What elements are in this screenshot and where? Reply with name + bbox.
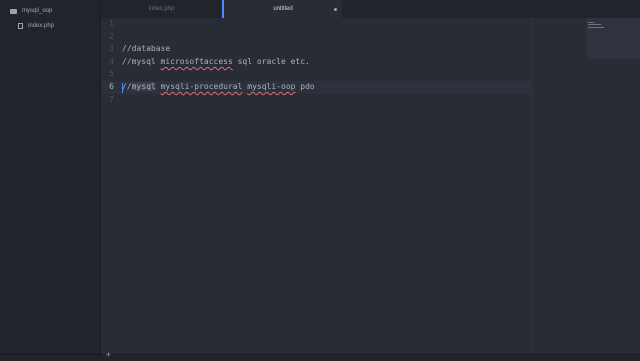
code-line-6: //mysql mysqli-procedural mysqli-oop pdo — [122, 81, 315, 94]
code-text: //mysql — [122, 56, 161, 66]
tab-label: index.php — [148, 6, 175, 12]
line-number: 4 — [109, 56, 114, 66]
tab-index-php[interactable]: index.php — [101, 0, 222, 18]
tree-file-label: index.php — [28, 23, 55, 29]
modified-indicator-icon — [334, 8, 337, 11]
minimap[interactable] — [586, 18, 640, 59]
file-icon — [18, 23, 23, 29]
minimap-line — [588, 27, 604, 28]
tab-label: untitled — [273, 6, 293, 12]
text-cursor — [122, 82, 123, 93]
misspelled-word: mysqli-procedural — [160, 82, 243, 91]
tree-root-folder[interactable]: mysqli_oop — [0, 4, 100, 18]
line-number: 2 — [109, 31, 114, 41]
minimap-line — [588, 22, 594, 23]
selected-word: mysql — [131, 82, 156, 91]
code-comment: //database — [122, 44, 171, 54]
minimap-line — [588, 24, 601, 25]
line-number: 1 — [109, 19, 114, 28]
wrap-guide — [531, 18, 532, 354]
tree-file-index-php[interactable]: index.php — [0, 19, 100, 33]
code-text: sql oracle etc. — [232, 56, 310, 66]
code-editor[interactable]: 1 2 3 4 5 6 7 //database //mysql microso… — [101, 18, 640, 354]
line-number-active: 6 — [109, 82, 114, 91]
tree-view: mysqli_oop index.php — [0, 0, 101, 360]
folder-icon — [10, 8, 17, 14]
code-text: pdo — [295, 82, 315, 91]
code-line-3: //database — [122, 43, 170, 56]
line-number-gutter: 1 2 3 4 5 6 7 — [101, 18, 114, 354]
code-line-4: //mysql microsoftaccess sql oracle etc. — [122, 56, 310, 69]
code-text: // — [122, 82, 132, 91]
misspelled-word: mysqli-oop — [247, 82, 296, 91]
add-icon[interactable]: + — [106, 351, 111, 359]
line-number: 3 — [109, 44, 114, 54]
line-number: 7 — [109, 94, 114, 104]
misspelled-word: microsoftaccess — [160, 56, 233, 66]
tree-root-label: mysqli_oop — [22, 8, 53, 14]
line-number: 5 — [109, 69, 114, 79]
tab-bar: index.php untitled — [101, 0, 640, 18]
tab-untitled[interactable]: untitled — [222, 0, 342, 18]
